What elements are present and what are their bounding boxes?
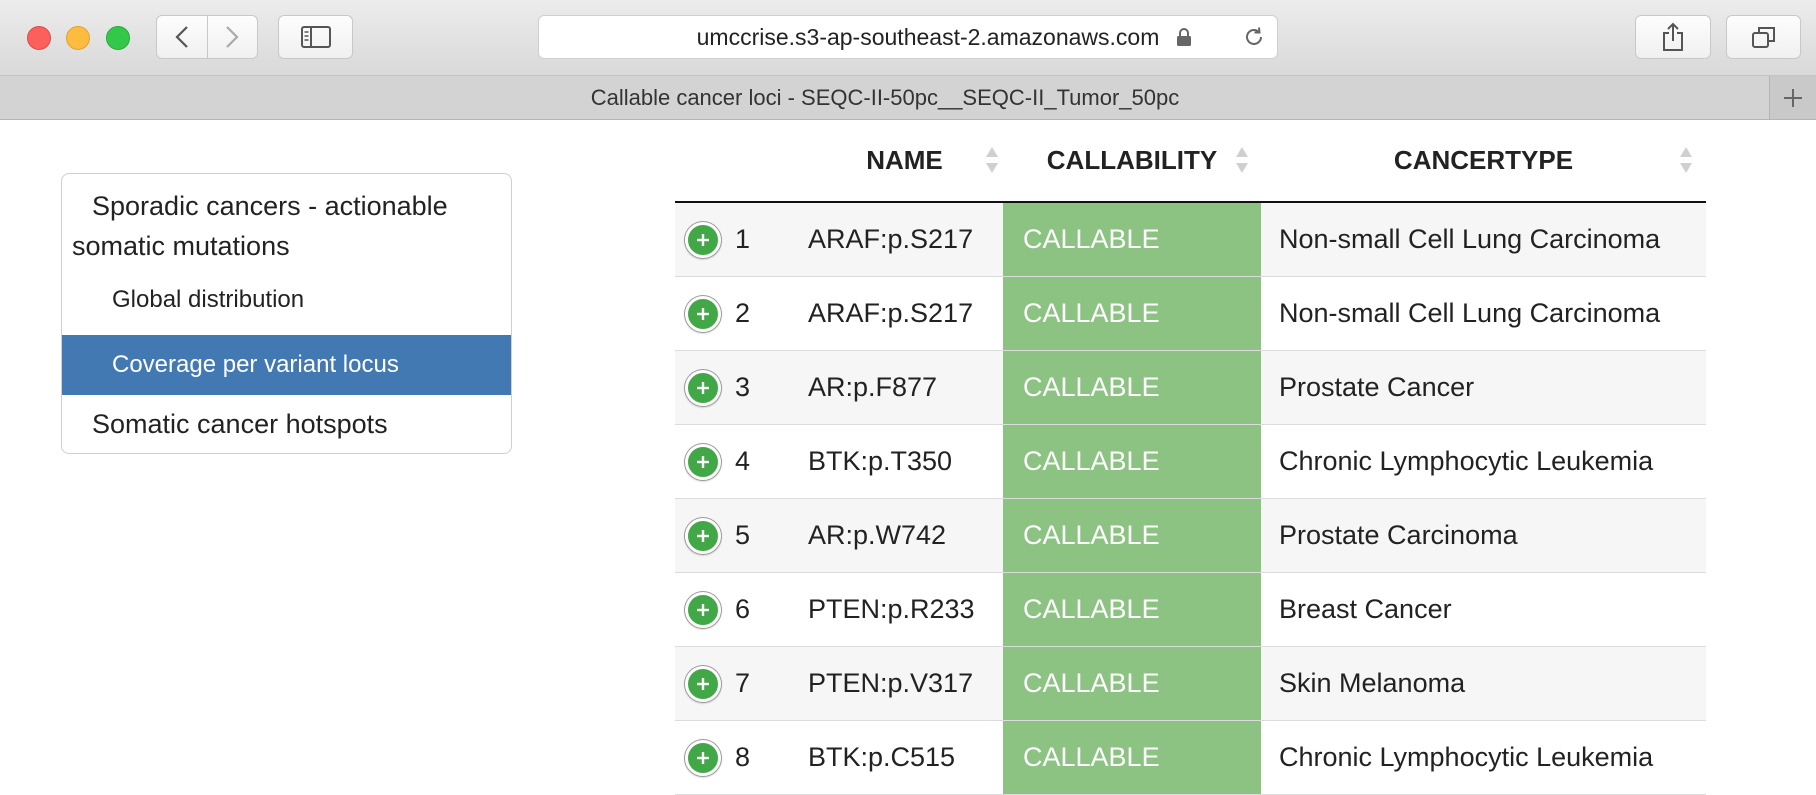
report-navigation: Sporadic cancers - actionable somatic mu… bbox=[61, 173, 512, 454]
table-row: 3 AR:p.F877 CALLABLE Prostate Cancer bbox=[675, 351, 1706, 425]
table-row: 4 BTK:p.T350 CALLABLE Chronic Lymphocyti… bbox=[675, 425, 1706, 499]
close-window-button[interactable] bbox=[27, 26, 51, 50]
plus-icon bbox=[697, 603, 709, 616]
table-row: 1 ARAF:p.S217 CALLABLE Non-small Cell Lu… bbox=[675, 203, 1706, 277]
plus-icon bbox=[697, 381, 709, 394]
address-bar[interactable]: umccrise.s3-ap-southeast-2.amazonaws.com bbox=[538, 15, 1278, 59]
sidebar-toggle-button[interactable] bbox=[278, 15, 353, 59]
new-tab-button[interactable] bbox=[1769, 76, 1816, 119]
callability-status: CALLABLE bbox=[1003, 573, 1261, 646]
cancer-type: Chronic Lymphocytic Leukemia bbox=[1279, 742, 1654, 772]
nav-section-somatic-cancer-hotspots[interactable]: Somatic cancer hotspots bbox=[62, 394, 511, 453]
plus-icon bbox=[697, 233, 709, 246]
table-row: 5 AR:p.W742 CALLABLE Prostate Carcinoma bbox=[675, 499, 1706, 573]
variant-name: PTEN:p.R233 bbox=[808, 594, 975, 624]
plus-icon bbox=[697, 455, 709, 468]
row-index: 2 bbox=[735, 298, 751, 328]
callability-status: CALLABLE bbox=[1003, 647, 1261, 720]
column-header-label: NAME bbox=[866, 145, 943, 175]
row-index: 1 bbox=[735, 224, 751, 254]
callability-status: CALLABLE bbox=[1003, 277, 1261, 350]
sidebar-icon bbox=[300, 26, 331, 48]
row-index: 7 bbox=[735, 668, 751, 698]
share-button[interactable] bbox=[1635, 15, 1711, 59]
nav-item-coverage-per-variant-locus[interactable]: Coverage per variant locus bbox=[62, 335, 511, 395]
cancer-type: Non-small Cell Lung Carcinoma bbox=[1279, 298, 1661, 328]
cancer-type: Chronic Lymphocytic Leukemia bbox=[1279, 446, 1654, 476]
callable-loci-table: NAME CALLABILITY CANCERTYPE 1 ARAF:p.S21… bbox=[675, 123, 1706, 795]
variant-name: AR:p.F877 bbox=[808, 372, 938, 402]
expand-row-button[interactable] bbox=[685, 665, 721, 702]
expand-row-button[interactable] bbox=[685, 739, 721, 776]
cancer-type: Prostate Cancer bbox=[1279, 372, 1475, 402]
sort-icon bbox=[986, 147, 998, 173]
sort-icon bbox=[1680, 147, 1692, 173]
forward-button[interactable] bbox=[206, 16, 258, 58]
plus-icon bbox=[697, 751, 709, 764]
table-body: 1 ARAF:p.S217 CALLABLE Non-small Cell Lu… bbox=[675, 203, 1706, 795]
table-header: NAME CALLABILITY CANCERTYPE bbox=[675, 123, 1706, 203]
row-index: 4 bbox=[735, 446, 751, 476]
expand-row-button[interactable] bbox=[685, 369, 721, 406]
expand-row-button[interactable] bbox=[685, 443, 721, 480]
column-header-cancertype[interactable]: CANCERTYPE bbox=[1261, 123, 1706, 201]
expand-row-button[interactable] bbox=[685, 517, 721, 554]
column-header-callability[interactable]: CALLABILITY bbox=[1003, 123, 1261, 201]
column-header-label: CALLABILITY bbox=[1046, 145, 1218, 175]
callability-status: CALLABLE bbox=[1003, 351, 1261, 424]
chevron-left-icon bbox=[175, 26, 188, 48]
column-header-name[interactable]: NAME bbox=[806, 123, 1003, 201]
column-header-label: CANCERTYPE bbox=[1393, 145, 1574, 175]
table-row: 7 PTEN:p.V317 CALLABLE Skin Melanoma bbox=[675, 647, 1706, 721]
back-button[interactable] bbox=[157, 16, 207, 58]
row-index: 3 bbox=[735, 372, 751, 402]
row-index: 8 bbox=[735, 742, 751, 772]
variant-name: BTK:p.C515 bbox=[808, 742, 956, 772]
callability-status: CALLABLE bbox=[1003, 721, 1261, 794]
nav-item-global-distribution[interactable]: Global distribution bbox=[62, 274, 511, 326]
nav-section-label: Sporadic cancers - actionable somatic mu… bbox=[72, 191, 448, 261]
back-forward-group bbox=[156, 15, 258, 59]
callability-status: CALLABLE bbox=[1003, 425, 1261, 498]
table-row: 2 ARAF:p.S217 CALLABLE Non-small Cell Lu… bbox=[675, 277, 1706, 351]
chevron-right-icon bbox=[226, 26, 239, 48]
variant-name: AR:p.W742 bbox=[808, 520, 947, 550]
active-tab-title[interactable]: Callable cancer loci - SEQC-II-50pc__SEQ… bbox=[0, 76, 1770, 119]
table-row: 6 PTEN:p.R233 CALLABLE Breast Cancer bbox=[675, 573, 1706, 647]
plus-icon bbox=[697, 529, 709, 542]
zoom-window-button[interactable] bbox=[106, 26, 130, 50]
row-index: 5 bbox=[735, 520, 751, 550]
browser-toolbar: umccrise.s3-ap-southeast-2.amazonaws.com bbox=[0, 0, 1816, 76]
variant-name: BTK:p.T350 bbox=[808, 446, 953, 476]
plus-icon bbox=[697, 677, 709, 690]
cancer-type: Non-small Cell Lung Carcinoma bbox=[1279, 224, 1661, 254]
expand-row-button[interactable] bbox=[685, 591, 721, 628]
variant-name: ARAF:p.S217 bbox=[808, 224, 974, 254]
plus-icon bbox=[1784, 88, 1802, 107]
cancer-type: Skin Melanoma bbox=[1279, 668, 1466, 698]
address-url: umccrise.s3-ap-southeast-2.amazonaws.com bbox=[696, 24, 1160, 50]
expand-row-button[interactable] bbox=[685, 295, 721, 332]
cancer-type: Breast Cancer bbox=[1279, 594, 1452, 624]
variant-name: PTEN:p.V317 bbox=[808, 668, 974, 698]
share-icon bbox=[1663, 22, 1683, 51]
show-tabs-button[interactable] bbox=[1726, 15, 1801, 59]
expand-row-button[interactable] bbox=[685, 221, 721, 258]
callability-status: CALLABLE bbox=[1003, 499, 1261, 572]
variant-name: ARAF:p.S217 bbox=[808, 298, 974, 328]
callability-status: CALLABLE bbox=[1003, 203, 1261, 276]
sort-icon bbox=[1236, 147, 1248, 173]
table-row: 8 BTK:p.C515 CALLABLE Chronic Lymphocyti… bbox=[675, 721, 1706, 795]
tab-bar: Callable cancer loci - SEQC-II-50pc__SEQ… bbox=[0, 76, 1816, 120]
minimize-window-button[interactable] bbox=[66, 26, 90, 50]
reload-icon[interactable] bbox=[1243, 26, 1265, 48]
cancer-type: Prostate Carcinoma bbox=[1279, 520, 1518, 550]
row-index: 6 bbox=[735, 594, 751, 624]
nav-section-sporadic-cancers[interactable]: Sporadic cancers - actionable somatic mu… bbox=[62, 186, 511, 266]
plus-icon bbox=[697, 307, 709, 320]
tabs-overview-icon bbox=[1751, 27, 1775, 48]
